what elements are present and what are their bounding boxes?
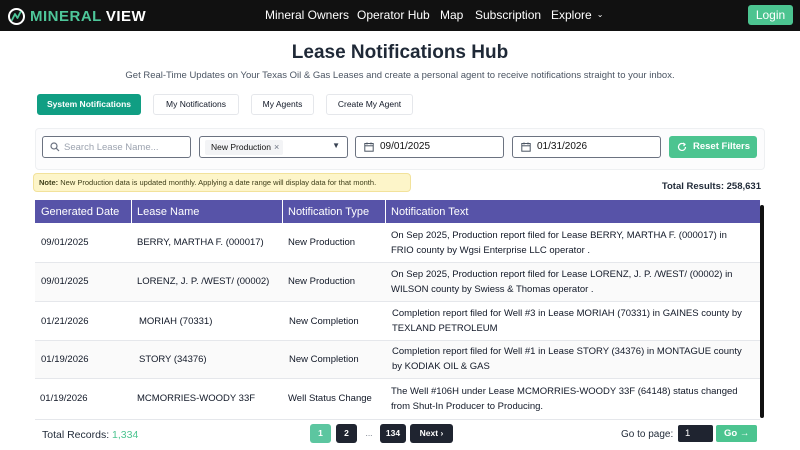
caret-down-icon: ▼ [332,141,340,150]
cell-type: New Production [288,276,356,287]
goto-page-input[interactable]: 1 [678,425,713,442]
cell-text: Completion report filed for Well #3 in L… [392,308,742,334]
total-results: Total Results: 258,631 [661,181,761,192]
total-records-value: 1,334 [112,429,139,441]
chevron-down-icon: ⌄ [596,10,604,19]
notification-type-select[interactable]: New Production × ▼ [199,136,348,158]
cell-lease: MORIAH (70331) [139,316,213,327]
page-subtitle: Get Real-Time Updates on Your Texas Oil … [125,70,675,81]
logo-icon [8,7,25,25]
header-divider [131,200,132,223]
tab-system-notifications[interactable]: System Notifications [37,94,141,115]
goto-page-label: Go to page: [621,429,674,440]
cell-date: 01/19/2026 [41,354,89,365]
calendar-icon [364,142,374,152]
table-body: 09/01/2025 BERRY, MARTHA F. (000017) New… [35,223,760,420]
nav-explore[interactable]: Explore ⌄ [551,8,603,22]
table-row[interactable]: 09/01/2025 BERRY, MARTHA F. (000017) New… [35,223,760,263]
nav-explore-label: Explore [551,8,592,22]
cell-date: 01/19/2026 [40,393,88,404]
go-button[interactable]: Go → [716,425,757,442]
col-notification-text[interactable]: Notification Text [391,206,468,218]
cell-text: The Well #106H under Lease MCMORRIES-WOO… [391,386,738,412]
refresh-icon [677,142,687,152]
col-generated-date[interactable]: Generated Date [41,206,119,218]
table-scrollbar-thumb[interactable] [760,205,764,418]
selected-type-chip: New Production × [205,140,284,155]
table-row[interactable]: 01/19/2026 MCMORRIES-WOODY 33F Well Stat… [35,379,760,420]
search-box[interactable] [42,136,191,158]
page-button-2[interactable]: 2 [336,424,357,443]
date-to-picker[interactable]: 01/31/2026 [512,136,661,158]
cell-lease: BERRY, MARTHA F. (000017) [137,237,264,248]
reset-filters-button[interactable]: Reset Filters [669,136,757,158]
cell-date: 09/01/2025 [41,276,89,287]
page-title: Lease Notifications Hub [291,42,509,63]
cell-lease: MCMORRIES-WOODY 33F [137,393,256,404]
table-row[interactable]: 09/01/2025 LORENZ, J. P. /WEST/ (00002) … [35,263,760,302]
page-button-134[interactable]: 134 [380,424,406,443]
total-records: Total Records: 1,334 [42,429,138,441]
tab-my-agents[interactable]: My Agents [251,94,314,115]
col-lease-name[interactable]: Lease Name [137,206,199,218]
cell-text: On Sep 2025, Production report filed for… [391,230,727,256]
chevron-right-icon: › [440,428,444,438]
cell-date: 01/21/2026 [41,316,89,327]
cell-text: Completion report filed for Well #1 in L… [392,346,742,372]
cell-type: New Completion [289,316,359,327]
calendar-icon [521,142,531,152]
selected-type-label: New Production [211,142,272,152]
remove-chip-icon[interactable]: × [274,142,279,152]
next-page-button[interactable]: Next › [410,424,453,443]
info-note: Note: New Production data is updated mon… [33,173,411,192]
cell-date: 09/01/2025 [41,237,89,248]
table-row[interactable]: 01/21/2026 MORIAH (70331) New Completion… [35,302,760,341]
date-from-value: 09/01/2025 [380,141,431,152]
search-icon [50,142,60,152]
tab-my-notifications[interactable]: My Notifications [153,94,239,115]
cell-lease: LORENZ, J. P. /WEST/ (00002) [137,276,270,287]
header-divider [282,200,283,223]
cell-type: New Completion [289,354,359,365]
table-header: Generated Date Lease Name Notification T… [35,200,760,223]
cell-type: Well Status Change [288,393,372,404]
search-input[interactable] [64,140,186,154]
nav-mineral-owners[interactable]: Mineral Owners [265,8,349,22]
nav-operator-hub[interactable]: Operator Hub [357,8,430,22]
header-divider [385,200,386,223]
col-notification-type[interactable]: Notification Type [288,206,369,218]
brand-logo[interactable]: MINERAL VIEW [8,6,146,26]
tab-create-my-agent[interactable]: Create My Agent [326,94,413,115]
nav-map[interactable]: Map [440,8,463,22]
page-ellipsis: ... [365,428,373,438]
date-from-picker[interactable]: 09/01/2025 [355,136,504,158]
note-label: Note: [39,178,59,187]
nav-subscription[interactable]: Subscription [475,8,541,22]
cell-lease: STORY (34376) [139,354,207,365]
note-text: New Production data is updated monthly. … [60,178,377,187]
brand-name: MINERAL VIEW [30,7,147,25]
reset-filters-label: Reset Filters [693,141,751,152]
total-records-label: Total Records: [42,429,110,441]
login-button[interactable]: Login [748,5,793,25]
go-label: Go [724,428,738,439]
top-navbar: MINERAL VIEW Mineral Owners Operator Hub … [0,0,800,31]
cell-text: On Sep 2025, Production report filed for… [391,269,733,295]
table-row[interactable]: 01/19/2026 STORY (34376) New Completion … [35,341,760,379]
arrow-right-icon: → [739,428,750,439]
page-button-1[interactable]: 1 [310,424,331,443]
next-label: Next [419,428,439,438]
date-to-value: 01/31/2026 [537,141,588,152]
cell-type: New Production [288,237,356,248]
